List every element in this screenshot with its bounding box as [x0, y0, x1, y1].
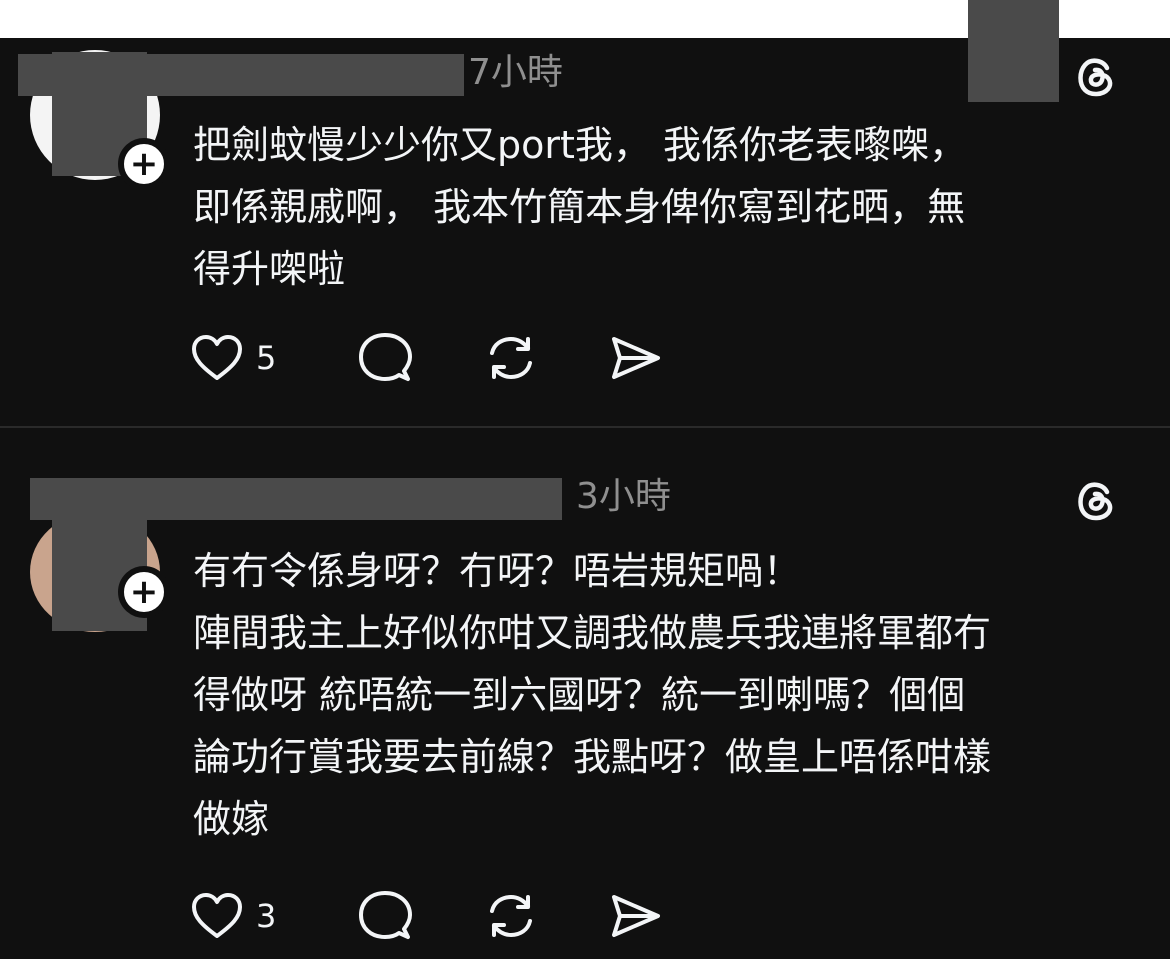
threads-icon[interactable]	[1073, 476, 1121, 524]
post-body: 有冇令係身呀？冇呀？唔岩規矩喎！ 陣間我主上好似你咁又調我做農兵我連將軍都冇 得…	[193, 549, 992, 841]
username-redaction	[30, 478, 562, 520]
post-timestamp: 7小時	[468, 52, 563, 93]
send-icon	[612, 895, 660, 937]
send-icon	[612, 337, 660, 379]
comment-icon	[359, 333, 412, 381]
repost-button[interactable]	[484, 888, 538, 944]
like-button[interactable]: 5	[190, 330, 296, 386]
heart-icon	[192, 335, 242, 380]
follow-button[interactable]: +	[118, 138, 170, 190]
share-button[interactable]	[608, 888, 662, 944]
reply-button[interactable]	[358, 330, 412, 386]
threads-icon[interactable]	[1073, 52, 1121, 100]
share-button[interactable]	[608, 330, 662, 386]
repost-button[interactable]	[484, 330, 538, 386]
like-count: 3	[256, 897, 277, 935]
action-bar: 5	[190, 330, 662, 386]
thread-post: + 3小時 有冇令係身呀？冇呀？唔岩規矩喎！ 陣間我主上好似你咁又調我做農兵我連…	[0, 428, 1170, 959]
thread-post: + 7小時 把劍蚊慢少少你又port我， 我係你老表嚟㗎， 即係親戚啊， 我本竹…	[0, 38, 1170, 426]
heart-icon	[192, 893, 242, 938]
comment-icon	[359, 891, 412, 939]
action-bar: 3	[190, 888, 662, 944]
like-count: 5	[256, 339, 277, 377]
follow-button[interactable]: +	[118, 566, 170, 618]
repost-icon	[490, 895, 532, 937]
like-button[interactable]: 3	[190, 888, 296, 944]
repost-icon	[490, 337, 532, 379]
post-timestamp: 3小時	[576, 476, 671, 517]
post-body: 把劍蚊慢少少你又port我， 我係你老表嚟㗎， 即係親戚啊， 我本竹簡本身俾你寫…	[193, 123, 967, 291]
username-redaction	[18, 54, 464, 96]
reply-button[interactable]	[358, 888, 412, 944]
